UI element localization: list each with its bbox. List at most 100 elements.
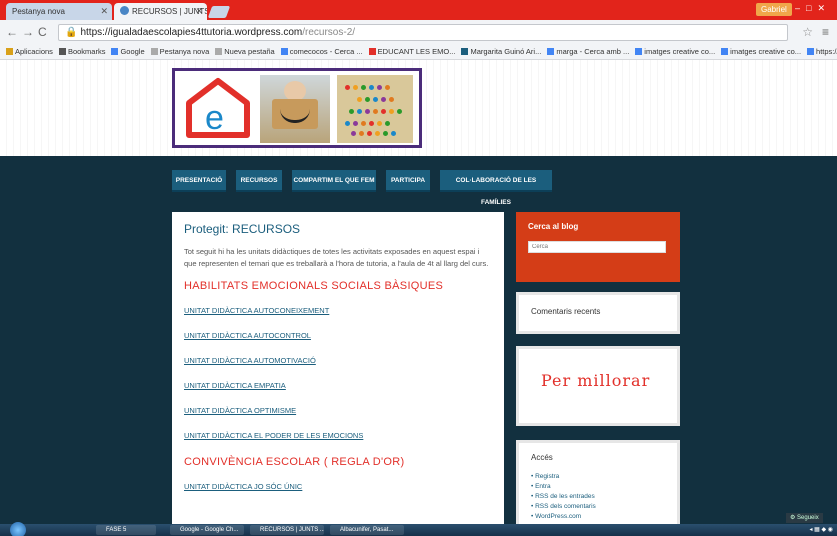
bookmark-item[interactable]: comecocos - Cerca ...	[280, 45, 363, 59]
search-input[interactable]	[528, 241, 666, 253]
bookmark-item[interactable]: Bookmarks	[58, 45, 105, 59]
bookmark-icon	[461, 48, 469, 55]
window-controls[interactable]: –□✕	[795, 3, 831, 14]
button-dot	[383, 131, 388, 136]
per-millorar-widget[interactable]: Per millorar	[516, 346, 680, 426]
close-icon[interactable]: ✕	[100, 3, 108, 20]
bookmark-label: Pestanya nova	[159, 47, 210, 56]
widget-title: Comentaris recents	[531, 307, 601, 316]
url-input[interactable]: 🔒 https://igualadaescolapies4ttutoria.wor…	[58, 24, 788, 41]
unit-link[interactable]: UNITAT DIDÀCTICA JO SÓC ÚNIC	[184, 482, 492, 491]
browser-tabstrip: Pestanya nova ✕ RECURSOS | JUNTS PER A ✕…	[0, 0, 837, 20]
user-profile-button[interactable]: Gabriel	[756, 3, 792, 16]
acces-widget: Accés Registra Entra RSS de les entrades…	[516, 440, 680, 524]
nav-col-laboracio[interactable]: COL·LABORACIÓ DE LES FAMÍLIES	[440, 170, 552, 206]
url-host: https://igualadaescolapies4ttutoria.word…	[80, 27, 303, 38]
unit-link[interactable]: UNITAT DIDÀCTICA EL PODER DE LES EMOCION…	[184, 431, 492, 440]
bookmark-label: marga - Cerca amb ...	[556, 47, 630, 56]
tab-new-tab[interactable]: Pestanya nova ✕	[6, 3, 112, 20]
main-area: PRESENTACIÓ RECURSOS COMPARTIM EL QUE FE…	[0, 160, 837, 524]
bookmarks-bar: Aplicacions Bookmarks Google Pestanya nova N…	[0, 45, 837, 60]
bookmark-item[interactable]: https://reck.2.ms - ...	[807, 45, 837, 59]
nav-compartim[interactable]: COMPARTIM EL QUE FEM	[292, 170, 376, 192]
button-dot	[353, 85, 358, 90]
back-icon[interactable]: ←	[6, 25, 18, 39]
system-tray[interactable]: ◂ ▦ ◆ ◉	[809, 525, 833, 535]
forward-icon[interactable]: →	[22, 25, 34, 39]
acces-link[interactable]: Registra	[531, 472, 665, 482]
wordpress-icon	[120, 6, 129, 15]
tab-recursos[interactable]: RECURSOS | JUNTS PER A ✕	[114, 3, 207, 20]
bookmark-item[interactable]: Google	[111, 45, 145, 59]
section-heading: HABILITATS EMOCIONALS SOCIALS BÀSIQUES	[184, 280, 444, 292]
bookmark-item[interactable]: imatges creative co...	[721, 45, 801, 59]
svg-text:e: e	[205, 99, 224, 137]
acces-link[interactable]: Entra	[531, 482, 665, 492]
start-button-icon[interactable]	[10, 522, 26, 536]
bookmark-icon	[368, 48, 376, 55]
close-icon[interactable]: ✕	[195, 3, 203, 20]
acces-link[interactable]: RSS dels comentaris	[531, 502, 665, 512]
button-dot	[361, 121, 366, 126]
bookmark-icon	[215, 48, 223, 55]
bookmark-label: imatges creative co...	[730, 47, 802, 56]
acces-link[interactable]: RSS de les entrades	[531, 492, 665, 502]
button-dot	[353, 121, 358, 126]
bookmark-item[interactable]: Nueva pestaña	[215, 45, 275, 59]
search-widget: Cerca al blog	[516, 212, 680, 282]
nav-presentacio[interactable]: PRESENTACIÓ	[172, 170, 226, 192]
bookmark-label: https://reck.2.ms - ...	[816, 47, 837, 56]
bookmark-icon	[111, 48, 119, 55]
recent-comments-widget: Comentaris recents	[516, 292, 680, 334]
widget-title: Accés	[531, 453, 553, 462]
acces-link[interactable]: WordPress.com	[531, 512, 665, 522]
bookmark-item[interactable]: EDUCANT LES EMO...	[368, 45, 455, 59]
button-dot	[377, 121, 382, 126]
unit-link[interactable]: UNITAT DIDÀCTICA AUTOMOTIVACIÓ	[184, 356, 492, 365]
bookmark-label: Google	[120, 47, 145, 56]
web-page: e PRESENTACIÓ RECURSOS COMPARTIM EL QUE …	[0, 60, 837, 524]
post-title: Protegit: RECURSOS	[184, 222, 301, 236]
site-logo[interactable]: e	[172, 68, 422, 148]
button-dot	[377, 85, 382, 90]
bookmark-item[interactable]: marga - Cerca amb ...	[547, 45, 629, 59]
unit-link[interactable]: UNITAT DIDÀCTICA AUTOCONEIXEMENT	[184, 306, 492, 315]
button-dot	[381, 109, 386, 114]
site-header: e	[0, 60, 837, 156]
colored-buttons-photo	[337, 75, 413, 143]
nav-participa[interactable]: PARTICIPA	[386, 170, 430, 192]
nav-recursos[interactable]: RECURSOS	[236, 170, 282, 192]
button-dot	[345, 85, 350, 90]
new-tab-button[interactable]	[207, 6, 231, 18]
bookmark-item[interactable]: Aplicacions	[6, 45, 53, 59]
bookmark-label: Nueva pestaña	[224, 47, 275, 56]
bookmark-star-icon[interactable]: ☆	[802, 25, 813, 39]
button-dot	[367, 131, 372, 136]
bookmark-item[interactable]: Margarita Guinó Ari...	[461, 45, 541, 59]
address-toolbar: ← → C 🔒 https://igualadaescolapies4ttutor…	[0, 20, 837, 45]
bookmark-item[interactable]: imatges creative co...	[635, 45, 715, 59]
button-dot	[397, 109, 402, 114]
taskbar-item[interactable]: FASE 5	[96, 525, 156, 535]
button-dot	[357, 109, 362, 114]
per-millorar-text: Per millorar	[541, 371, 651, 390]
unit-link[interactable]: UNITAT DIDÀCTICA OPTIMISME	[184, 406, 492, 415]
unit-link[interactable]: UNITAT DIDÀCTICA AUTOCONTROL	[184, 331, 492, 340]
taskbar-item[interactable]: Albacunifer, Pasat...	[330, 525, 404, 535]
bookmark-icon	[635, 48, 643, 55]
taskbar-item[interactable]: RECURSOS | JUNTS ...	[250, 525, 324, 535]
reload-icon[interactable]: C	[38, 25, 47, 39]
unit-link[interactable]: UNITAT DIDÀCTICA EMPATIA	[184, 381, 492, 390]
section-heading: CONVIVÈNCIA ESCOLAR ( REGLA D'OR)	[184, 456, 405, 468]
bookmark-label: Margarita Guinó Ari...	[470, 47, 542, 56]
button-dot	[349, 109, 354, 114]
follow-button[interactable]: ⚙ Segueix	[786, 513, 823, 523]
bookmark-item[interactable]: Pestanya nova	[150, 45, 210, 59]
taskbar-item[interactable]: Google - Google Ch...	[170, 525, 244, 535]
button-dot	[373, 97, 378, 102]
menu-icon[interactable]: ≡	[822, 25, 829, 39]
tab-label: Pestanya nova	[12, 7, 65, 16]
button-dot	[381, 97, 386, 102]
bookmark-icon	[721, 48, 729, 55]
bookmark-icon	[6, 48, 13, 55]
